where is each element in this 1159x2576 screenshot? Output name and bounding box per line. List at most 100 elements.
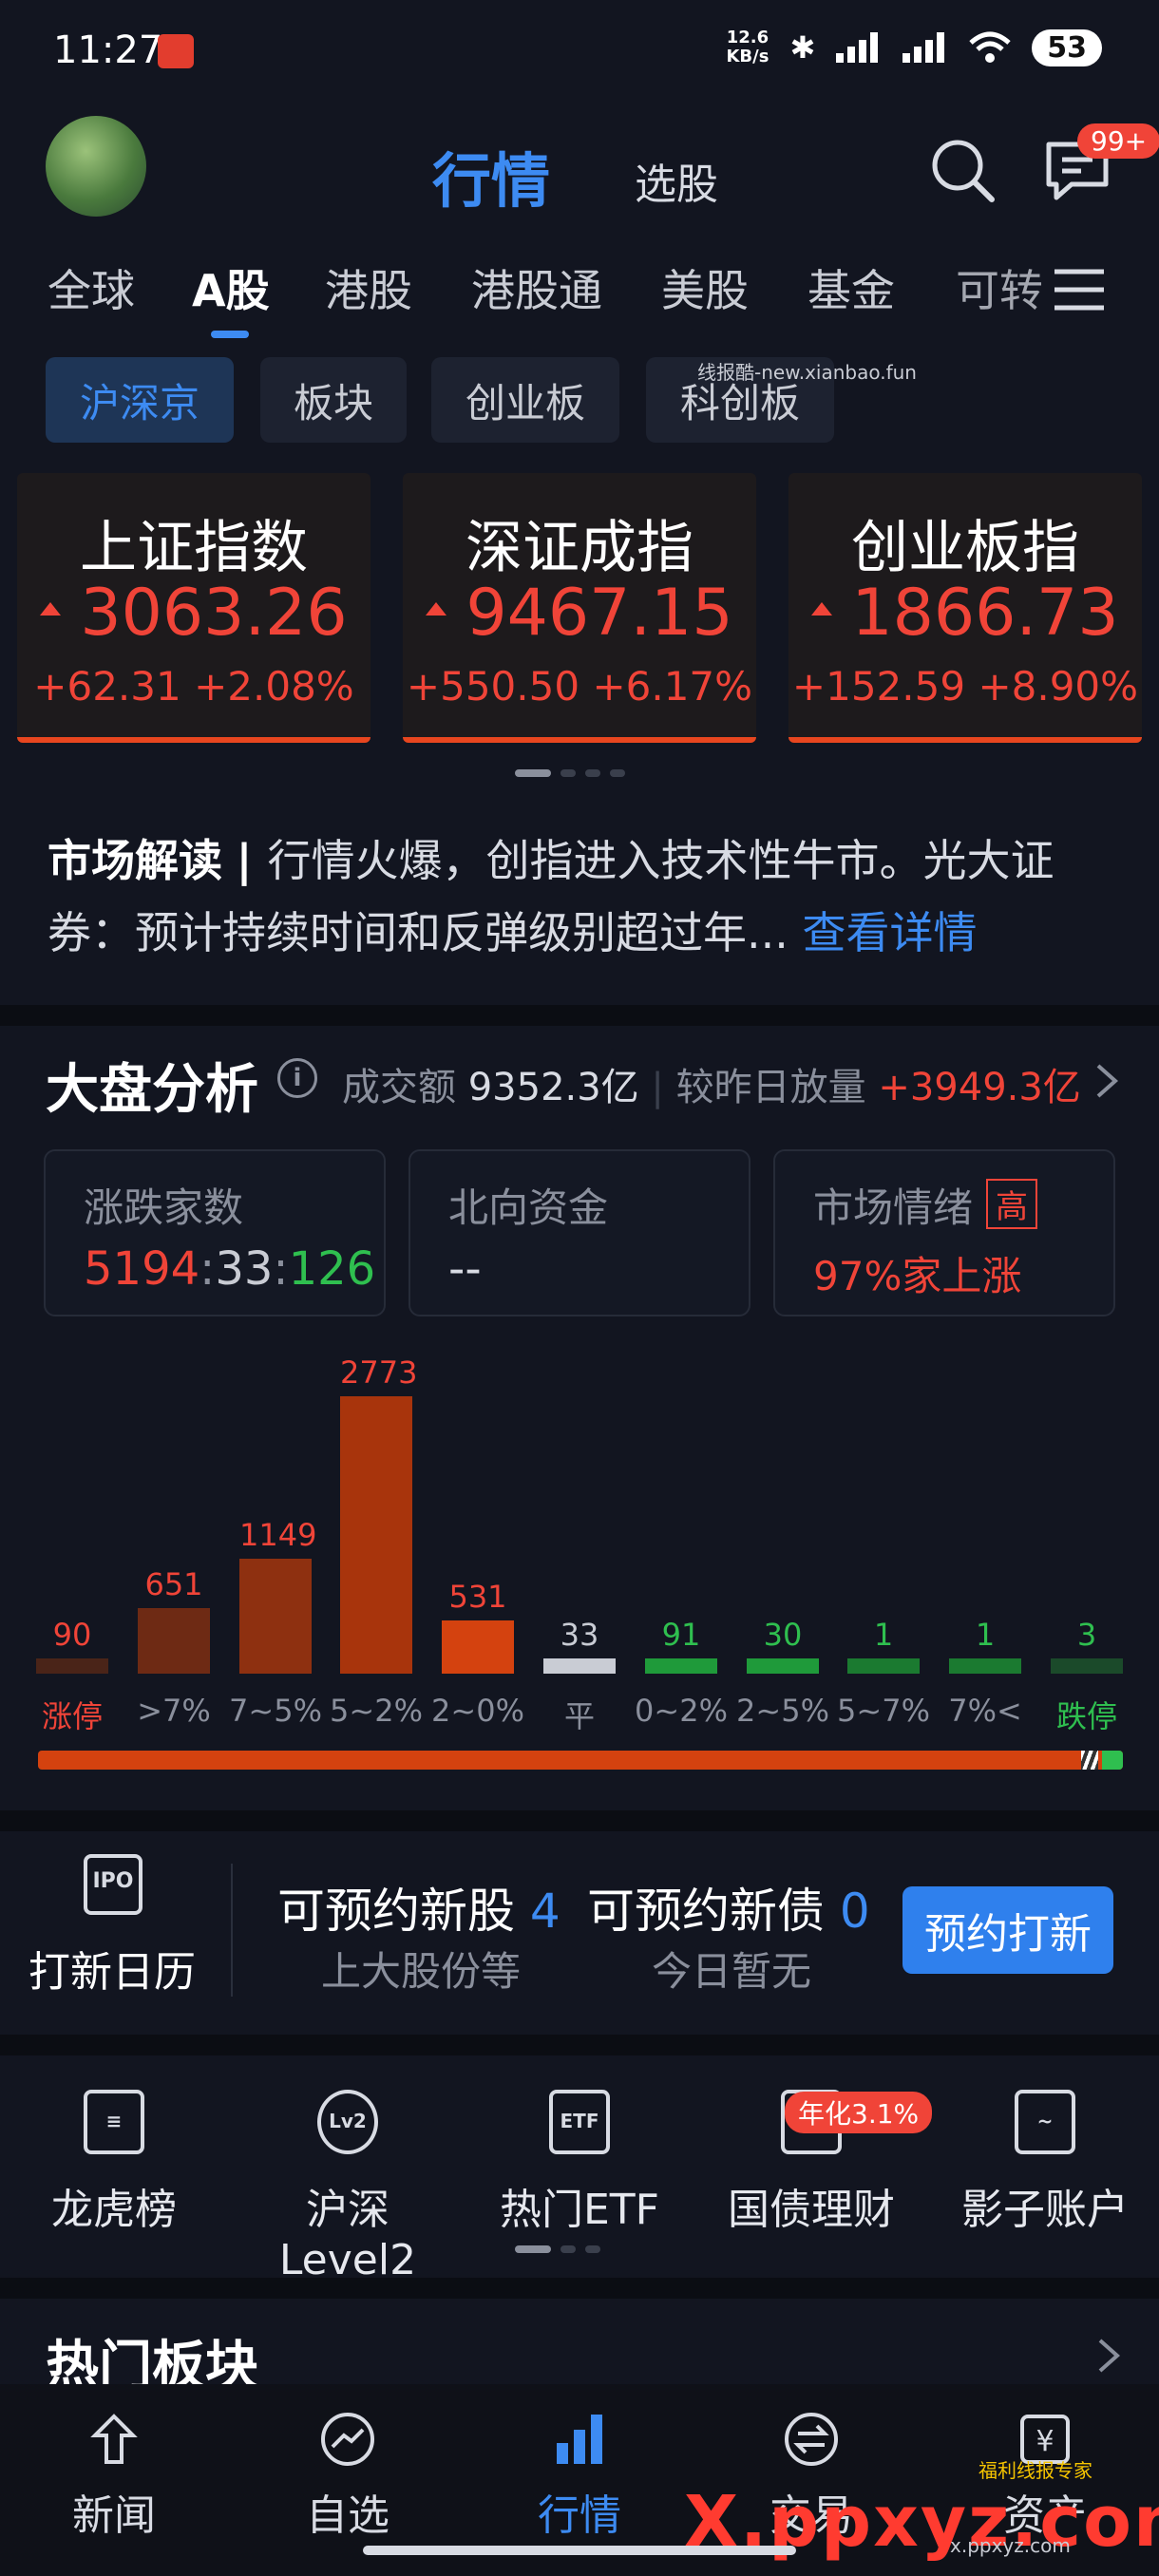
updown-count-box[interactable]: 涨跌家数 5194:33:126 — [44, 1149, 386, 1316]
chart-bar-rect — [543, 1658, 616, 1674]
chart-bar-rect — [442, 1620, 514, 1674]
northbound-funds-box[interactable]: 北向资金 -- — [408, 1149, 750, 1316]
tab-global[interactable]: 全球 — [48, 256, 135, 319]
chevron-right-icon[interactable] — [1092, 1062, 1121, 1100]
ipo-calendar-label[interactable]: 打新日历 — [28, 1938, 196, 1998]
tab-hk[interactable]: 港股 — [325, 256, 412, 319]
chart-bar-9: 1 — [949, 1617, 1021, 1674]
analysis-stats[interactable]: 成交额 9352.3亿 | 较昨日放量 +3949.3亿 — [342, 1056, 1081, 1111]
chevron-right-icon[interactable] — [1094, 2337, 1123, 2375]
search-icon[interactable] — [929, 137, 996, 203]
tab-stock-picker[interactable]: 选股 — [635, 150, 718, 211]
info-icon[interactable]: i — [277, 1058, 317, 1098]
tab-us[interactable]: 美股 — [661, 256, 749, 319]
subtab-chinext[interactable]: 创业板 — [431, 357, 619, 443]
carousel-dots — [515, 769, 625, 777]
menu-icon[interactable] — [1053, 268, 1106, 312]
chart-bar-value: 1149 — [239, 1517, 317, 1553]
subtab-shanghai-shenzhen-beijing[interactable]: 沪深京 — [46, 357, 234, 443]
chart-bar-rect — [747, 1658, 819, 1674]
index-value-row: 9467.15 — [403, 576, 756, 651]
net-speed-unit: KB/s — [726, 47, 770, 66]
ipo-new-stocks[interactable]: 可预约新股 4 — [277, 1873, 560, 1941]
down-count: 126 — [288, 1242, 376, 1296]
yield-badge: 年化3.1% — [785, 2092, 933, 2133]
sentiment-tag: 高 — [986, 1179, 1038, 1229]
northbound-value: -- — [448, 1242, 482, 1296]
tab-hk-connect[interactable]: 港股通 — [471, 256, 602, 319]
index-card-chinext[interactable]: 创业板指 1866.73 +152.59 +8.90% — [788, 473, 1142, 743]
index-percent: +6.17% — [592, 663, 753, 710]
index-name: 上证指数 — [80, 515, 308, 581]
net-speed: 12.6 KB/s — [726, 28, 769, 66]
ipo-new-bonds[interactable]: 可预约新债 0 — [587, 1873, 870, 1941]
home-indicator[interactable] — [363, 2546, 796, 2555]
ipo-stock-label: 可预约新股 — [277, 1884, 515, 1939]
chart-bar-value: 1 — [975, 1617, 996, 1653]
page-title[interactable]: 行情 — [432, 133, 550, 218]
tab-funds[interactable]: 基金 — [808, 256, 895, 319]
chart-bar-rect — [645, 1658, 717, 1674]
up-count: 5194 — [84, 1242, 200, 1296]
index-change-row: +152.59 +8.90% — [788, 663, 1142, 710]
ipo-stock-count: 4 — [529, 1884, 560, 1939]
chart-category-label: 2~0% — [431, 1693, 524, 1729]
updown-ratio-bar — [38, 1751, 1123, 1770]
status-time: 11:27 — [53, 28, 163, 72]
tool-shadow-account[interactable]: ~ 影子账户 — [940, 2090, 1150, 2236]
chart-bar-value: 30 — [763, 1617, 803, 1653]
chart-bar-0: 90 — [36, 1617, 108, 1674]
tool-dragon-tiger[interactable]: ≡ 龙虎榜 — [10, 2090, 218, 2236]
chart-bar-10: 3 — [1051, 1617, 1123, 1674]
index-value: 9467.15 — [466, 576, 733, 651]
lv2-icon: Lv2 — [317, 2090, 378, 2154]
chart-category-label: 5~7% — [837, 1693, 930, 1729]
section-divider — [0, 2278, 1159, 2299]
tool-hot-etf[interactable]: ETF 热门ETF — [475, 2090, 684, 2236]
subtab-sectors[interactable]: 板块 — [260, 357, 407, 443]
reserve-ipo-button[interactable]: 预约打新 — [902, 1886, 1113, 1974]
northbound-label: 北向资金 — [448, 1184, 609, 1231]
chart-bar-value: 1 — [873, 1617, 894, 1653]
chart-bar-3: 2773 — [340, 1354, 417, 1674]
avatar[interactable] — [46, 116, 146, 217]
chart-category-label: >7% — [137, 1693, 211, 1729]
chart-bar-7: 30 — [747, 1617, 819, 1674]
chart-bar-value: 91 — [661, 1617, 701, 1653]
message-badge: 99+ — [1077, 123, 1159, 159]
index-card-shenzhen[interactable]: 深证成指 9467.15 +550.50 +6.17% — [403, 473, 756, 743]
watermark-text: 线报酷-new.xianbao.fun — [697, 361, 917, 384]
signal-icon — [836, 32, 879, 63]
up-arrow-icon — [426, 602, 447, 616]
tab-convertible[interactable]: 可转 — [956, 256, 1041, 319]
tool-level2[interactable]: Lv2 沪深Level2 — [243, 2090, 452, 2284]
market-commentary[interactable]: 市场解读 | 行情火爆，创指进入技术性牛市。光大证券：预计持续时间和反弹级别超过… — [48, 824, 1121, 969]
status-right-group: 12.6 KB/s ✱ 53 — [726, 28, 1102, 66]
wifi-icon — [969, 31, 1011, 63]
chart-category-label: 平 — [563, 1698, 595, 1734]
index-value: 1866.73 — [851, 576, 1119, 651]
nav-news[interactable]: 新闻 — [19, 2411, 209, 2542]
up-arrow-icon — [40, 602, 62, 616]
volume-label: 较昨日放量 — [675, 1066, 866, 1109]
analysis-title: 大盘分析 — [46, 1059, 258, 1121]
nav-market[interactable]: 行情 — [484, 2411, 674, 2542]
ipo-icon[interactable]: IPO — [84, 1854, 142, 1915]
index-value-row: 3063.26 — [17, 576, 370, 651]
index-bar — [17, 737, 370, 743]
nav-watchlist[interactable]: 自选 — [253, 2411, 443, 2542]
index-card-shanghai[interactable]: 上证指数 3063.26 +62.31 +2.08% — [17, 473, 370, 743]
tab-a-shares[interactable]: A股 — [192, 256, 270, 319]
index-value: 3063.26 — [80, 576, 348, 651]
chart-bar-rect — [847, 1658, 920, 1674]
index-bar — [788, 737, 1142, 743]
commentary-label: 市场解读 — [48, 835, 222, 886]
market-sentiment-box[interactable]: 市场情绪高 97%家上涨 — [773, 1149, 1115, 1316]
commentary-link[interactable]: 查看详情 — [803, 907, 978, 958]
chart-bar-value: 3 — [1076, 1617, 1097, 1653]
index-change: +550.50 — [406, 663, 580, 710]
section-divider — [0, 2035, 1159, 2055]
market-bars-icon — [557, 2415, 602, 2464]
trade-icon — [785, 2413, 838, 2466]
ipo-bond-count: 0 — [839, 1884, 870, 1939]
